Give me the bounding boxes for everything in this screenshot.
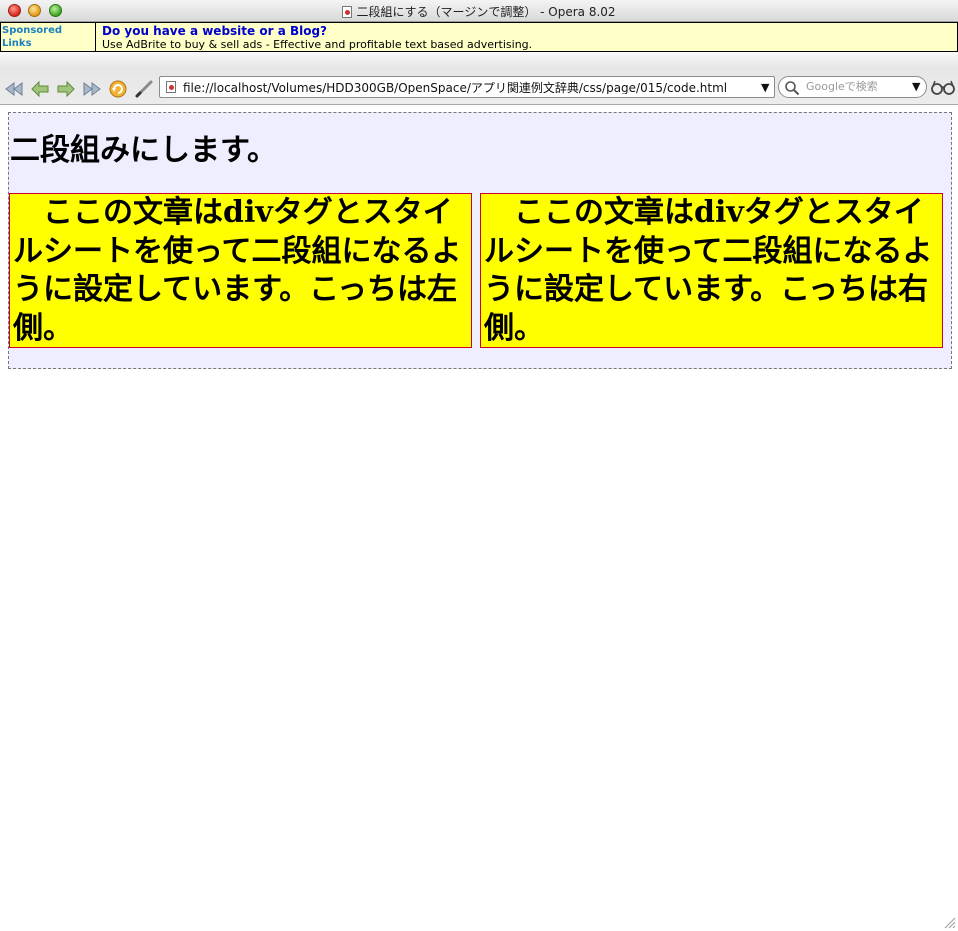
reload-button[interactable]: [108, 79, 128, 99]
page-document-icon: [166, 81, 176, 93]
rewind-icon: [5, 82, 23, 96]
address-bar[interactable]: ▼: [159, 76, 775, 98]
window-title: 二段組にする（マージンで調整） - Opera 8.02: [356, 5, 616, 19]
page-container: 二段組みにします。 ここの文章はdivタグとスタイルシートを使って二段組になるよ…: [8, 112, 952, 369]
search-icon[interactable]: [784, 80, 800, 96]
fast-forward-icon: [83, 82, 101, 96]
sponsored-label-line1: Sponsored: [2, 25, 63, 36]
search-engine-dropdown-icon[interactable]: ▼: [912, 80, 920, 93]
edit-pen-icon: [135, 80, 153, 98]
back-button[interactable]: [30, 79, 50, 99]
navigation-toolbar: ▼ ▼: [0, 52, 958, 105]
ad-description: Use AdBrite to buy & sell ads - Effectiv…: [102, 38, 533, 51]
document-icon: [342, 6, 353, 18]
window-titlebar: 二段組にする（マージンで調整） - Opera 8.02: [0, 0, 958, 22]
sponsored-label-line2: Links: [2, 38, 32, 49]
resize-grip-icon[interactable]: [944, 917, 956, 929]
forward-icon: [57, 80, 75, 98]
sponsored-links-bar: Sponsored Links Do you have a website or…: [0, 22, 958, 52]
ad-headline-link[interactable]: Do you have a website or a Blog?: [102, 24, 327, 38]
address-input[interactable]: [183, 80, 743, 94]
right-column: ここの文章はdivタグとスタイルシートを使って二段組になるように設定しています。…: [480, 193, 943, 348]
address-dropdown-icon[interactable]: ▼: [761, 81, 769, 94]
search-input[interactable]: [806, 80, 906, 93]
search-box[interactable]: ▼: [778, 76, 927, 98]
window-title-area: 二段組にする（マージンで調整） - Opera 8.02: [0, 3, 958, 20]
left-column: ここの文章はdivタグとスタイルシートを使って二段組になるように設定しています。…: [9, 193, 472, 348]
sponsored-label: Sponsored Links: [1, 23, 96, 51]
edit-button[interactable]: [134, 79, 154, 99]
reload-icon: [109, 80, 127, 98]
rewind-button[interactable]: [4, 79, 24, 99]
forward-button[interactable]: [56, 79, 76, 99]
back-icon: [31, 80, 49, 98]
fast-forward-button[interactable]: [82, 79, 102, 99]
page-heading: 二段組みにします。: [10, 133, 277, 168]
glasses-icon[interactable]: [931, 80, 955, 96]
